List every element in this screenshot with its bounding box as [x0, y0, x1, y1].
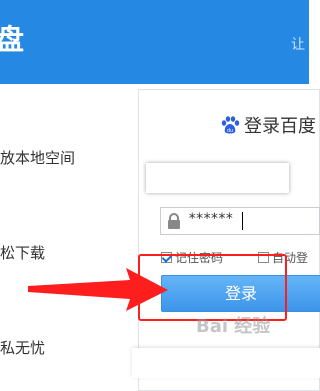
bottom-card: [132, 348, 320, 378]
watermark-text: Bai 经验: [196, 316, 271, 337]
